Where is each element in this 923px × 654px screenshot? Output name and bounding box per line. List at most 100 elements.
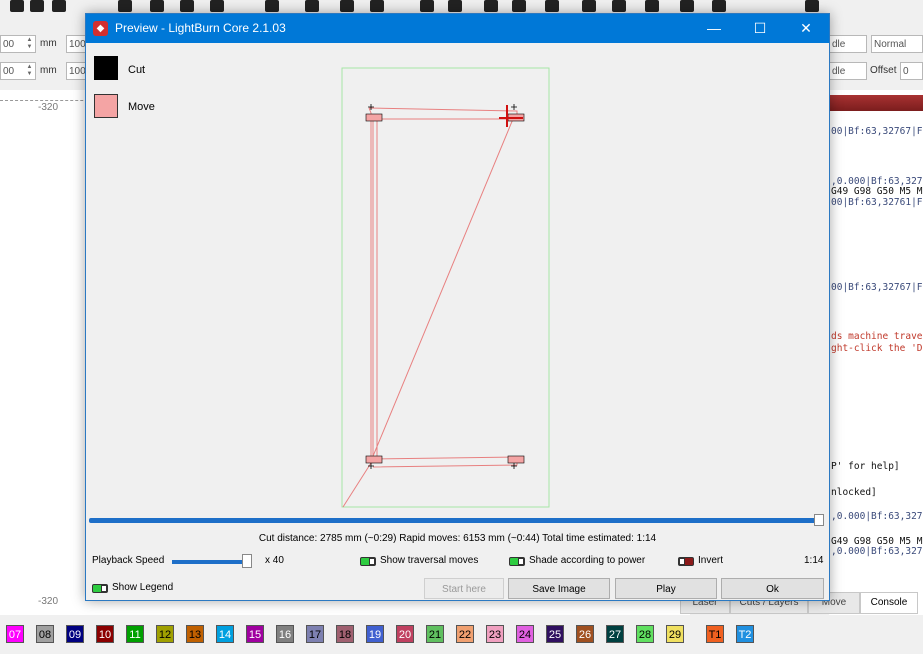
playback-progress-bar[interactable] bbox=[89, 518, 823, 523]
shade-power-toggle[interactable] bbox=[509, 557, 525, 566]
unit-label: mm bbox=[40, 65, 57, 76]
palette-swatch-11[interactable]: 11 bbox=[126, 625, 144, 643]
tools-icon[interactable] bbox=[370, 0, 384, 12]
palette-swatch-18[interactable]: 18 bbox=[336, 625, 354, 643]
palette-swatch-20[interactable]: 20 bbox=[396, 625, 414, 643]
playback-speed-slider[interactable] bbox=[172, 560, 248, 564]
palette-swatch-08[interactable]: 08 bbox=[36, 625, 54, 643]
zoom-fit-icon[interactable] bbox=[150, 0, 164, 12]
arrow-mark-br bbox=[511, 463, 517, 469]
legend-move-label: Move bbox=[128, 101, 155, 113]
close-icon[interactable]: ✕ bbox=[783, 14, 829, 43]
traversal-path-inner bbox=[372, 117, 518, 468]
palette-swatch-28[interactable]: 28 bbox=[636, 625, 654, 643]
palette-swatch-23[interactable]: 23 bbox=[486, 625, 504, 643]
palette-swatch-10[interactable]: 10 bbox=[96, 625, 114, 643]
palette-swatch-14[interactable]: 14 bbox=[216, 625, 234, 643]
zoom-in-icon[interactable] bbox=[180, 0, 194, 12]
user-icon[interactable] bbox=[448, 0, 462, 12]
palette-swatch-07[interactable]: 07 bbox=[6, 625, 24, 643]
palette-swatch-29[interactable]: 29 bbox=[666, 625, 684, 643]
save-image-button[interactable]: Save Image bbox=[508, 578, 610, 599]
palette-swatch-17[interactable]: 17 bbox=[306, 625, 324, 643]
console-line: ,0.000|Bf:63,3276 bbox=[831, 546, 923, 557]
zoom-out-icon[interactable] bbox=[210, 0, 224, 12]
preview-canvas[interactable] bbox=[341, 67, 551, 509]
users-icon[interactable] bbox=[420, 0, 434, 12]
palette-swatch-27[interactable]: 27 bbox=[606, 625, 624, 643]
palette-swatch-21[interactable]: 21 bbox=[426, 625, 444, 643]
palette-swatch-19[interactable]: 19 bbox=[366, 625, 384, 643]
play-button[interactable]: Play bbox=[615, 578, 717, 599]
corner-markers bbox=[365, 104, 525, 469]
palette-swatch-15[interactable]: 15 bbox=[246, 625, 264, 643]
palette-swatch-25[interactable]: 25 bbox=[546, 625, 564, 643]
start-here-button[interactable]: Start here bbox=[424, 578, 504, 599]
layout-icon[interactable] bbox=[712, 0, 726, 12]
palette-swatch-22[interactable]: 22 bbox=[456, 625, 474, 643]
show-legend-label: Show Legend bbox=[112, 582, 174, 593]
offset-value: 0 bbox=[903, 66, 909, 77]
console-line: 00|Bf:63,32761|FS bbox=[831, 197, 923, 208]
group-icon[interactable] bbox=[612, 0, 626, 12]
playback-progress-thumb[interactable] bbox=[814, 514, 824, 526]
palette-swatch-12[interactable]: 12 bbox=[156, 625, 174, 643]
show-traversal-toggle[interactable] bbox=[360, 557, 376, 566]
frame-icon[interactable] bbox=[305, 0, 319, 12]
paste-icon[interactable] bbox=[30, 0, 44, 12]
title-bar[interactable]: ◆ Preview - LightBurn Core 2.1.03 — ☐ ✕ bbox=[86, 14, 829, 43]
palette-swatch-24[interactable]: 24 bbox=[516, 625, 534, 643]
array-icon[interactable] bbox=[680, 0, 694, 12]
move-icon[interactable] bbox=[118, 0, 132, 12]
palette-swatch-26[interactable]: 26 bbox=[576, 625, 594, 643]
tab-console[interactable]: Console bbox=[860, 592, 918, 614]
minimize-icon[interactable]: — bbox=[691, 14, 737, 43]
traversal-path-outer bbox=[368, 107, 518, 464]
traversal-moves bbox=[342, 107, 518, 508]
y-position-value: 00 bbox=[3, 66, 15, 77]
lightburn-logo-icon: ◆ bbox=[93, 21, 108, 36]
playback-speed-thumb[interactable] bbox=[242, 554, 252, 568]
preview-dialog: ◆ Preview - LightBurn Core 2.1.03 — ☐ ✕ … bbox=[85, 13, 830, 601]
spin-arrows-icon[interactable]: ▲ ▼ bbox=[25, 64, 34, 78]
invert-toggle[interactable] bbox=[678, 557, 694, 566]
console-header-bar bbox=[829, 95, 923, 111]
mode-select-2[interactable]: dle bbox=[829, 62, 867, 80]
ok-button[interactable]: Ok bbox=[721, 578, 824, 599]
console-line: ,0.000|Bf:63,3276 bbox=[831, 511, 923, 522]
settings-icon[interactable] bbox=[340, 0, 354, 12]
x-position-input[interactable]: 00 ▲ ▼ bbox=[0, 35, 36, 53]
show-legend-toggle[interactable] bbox=[92, 584, 108, 593]
marker-bottom-left bbox=[365, 455, 383, 464]
mirror-icon[interactable] bbox=[512, 0, 526, 12]
send-icon[interactable] bbox=[545, 0, 559, 12]
y-position-input[interactable]: 00 ▲ ▼ bbox=[0, 62, 36, 80]
mode-select[interactable]: dle bbox=[829, 35, 867, 53]
crosshair-icon[interactable] bbox=[805, 0, 819, 12]
normal-select-value: Normal bbox=[874, 39, 907, 50]
marker-top-left bbox=[365, 113, 383, 122]
align-icon[interactable] bbox=[484, 0, 498, 12]
show-traversal-label: Show traversal moves bbox=[380, 555, 479, 566]
spin-arrows-icon[interactable]: ▲ ▼ bbox=[25, 37, 34, 51]
layer-color-palette: 07 08 09 10 11 12 13 14 15 16 17 18 19 20 21 22 23 24 25 26… bbox=[0, 620, 923, 654]
target-icon[interactable] bbox=[582, 0, 596, 12]
ruler-bottom-mark: -320 bbox=[38, 596, 59, 607]
arrow-mark-tl bbox=[368, 104, 374, 110]
palette-swatch-13[interactable]: 13 bbox=[186, 625, 204, 643]
grid-icon[interactable] bbox=[645, 0, 659, 12]
normal-select[interactable]: Normal bbox=[871, 35, 923, 53]
copy-icon[interactable] bbox=[10, 0, 24, 12]
palette-swatch-t2[interactable]: T2 bbox=[736, 625, 754, 643]
x-position-value: 00 bbox=[3, 39, 15, 50]
console-line: 00|Bf:63,32767|FS bbox=[831, 282, 923, 293]
offset-input[interactable]: 0 bbox=[900, 62, 923, 80]
palette-swatch-t1[interactable]: T1 bbox=[706, 625, 724, 643]
clipboard-icon[interactable] bbox=[52, 0, 66, 12]
palette-swatch-09[interactable]: 09 bbox=[66, 625, 84, 643]
console-line: 00|Bf:63,32767|FS bbox=[831, 126, 923, 137]
camera-icon[interactable] bbox=[265, 0, 279, 12]
palette-swatch-16[interactable]: 16 bbox=[276, 625, 294, 643]
legend-cut-label: Cut bbox=[128, 64, 146, 76]
maximize-icon[interactable]: ☐ bbox=[737, 14, 783, 43]
